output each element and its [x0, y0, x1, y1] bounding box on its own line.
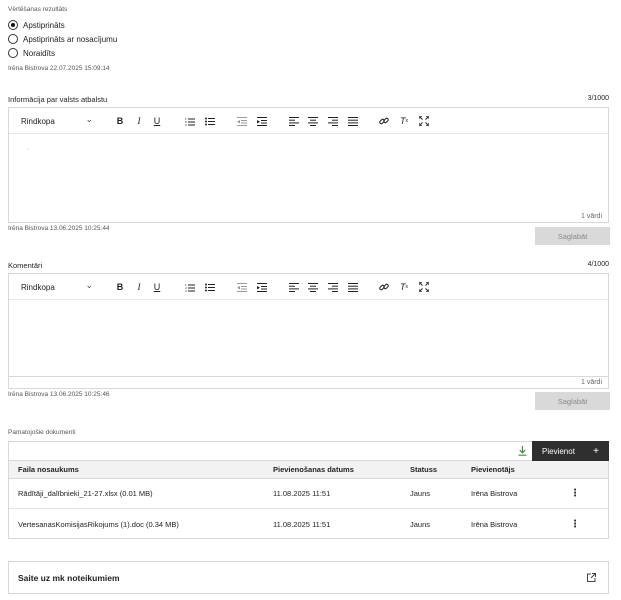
date-cell: 11.08.2025 11:51 — [273, 519, 331, 529]
bullet-list-icon[interactable] — [204, 114, 216, 128]
external-link-icon — [587, 573, 596, 584]
svg-text:3: 3 — [185, 289, 187, 292]
radio-label: Apstiprināts ar nosacījumu — [23, 34, 118, 44]
added-by-cell: Irēna Bistrova — [471, 519, 518, 529]
radio-option-approved[interactable]: Apstiprināts — [8, 18, 65, 32]
table-header: Faila nosaukums Pievienošanas datums Sta… — [9, 461, 608, 479]
add-document-button[interactable]: Pievienot + — [532, 441, 609, 461]
outdent-icon[interactable] — [236, 114, 248, 128]
clear-format-icon[interactable]: Tx — [398, 280, 410, 294]
italic-icon[interactable]: I — [133, 114, 145, 128]
documents-toolbar: Pievienot + — [9, 441, 609, 461]
bullet-list-icon[interactable] — [204, 280, 216, 294]
chevron-down-icon: ⌄ — [85, 114, 93, 124]
outdent-icon[interactable] — [236, 280, 248, 294]
fullscreen-icon[interactable] — [418, 280, 430, 294]
comments-save-button[interactable]: Saglabāt — [535, 392, 610, 410]
editor-toolbar: Rindkopa ⌄ B I U 123 T x — [9, 108, 608, 134]
more-options-icon[interactable]: ⋮ — [570, 479, 580, 508]
svg-text:3: 3 — [185, 123, 187, 126]
chevron-down-icon: ⌄ — [85, 280, 93, 290]
plus-icon: + — [593, 445, 599, 457]
bold-icon[interactable]: B — [114, 114, 126, 128]
info-status-bar: 1 vārdi — [8, 210, 609, 223]
comments-editor-content-area[interactable] — [9, 300, 608, 376]
comments-word-count: 1 vārdi — [580, 379, 602, 386]
radio-button[interactable] — [8, 20, 18, 30]
radio-button[interactable] — [8, 48, 18, 58]
file-name-cell[interactable]: VertesanasKomisijasRikojums (1).doc (0.3… — [18, 509, 179, 539]
align-center-icon[interactable] — [307, 280, 319, 294]
table-row: VertesanasKomisijasRikojums (1).doc (0.3… — [9, 509, 608, 539]
numbered-list-icon[interactable]: 123 — [184, 114, 196, 128]
info-save-button[interactable]: Saglabāt — [535, 227, 610, 245]
comments-editor-meta: Irēna Bistrova 13.06.2025 10:25:46 — [8, 391, 110, 398]
fullscreen-icon[interactable] — [418, 114, 430, 128]
radio-option-rejected[interactable]: Noraidīts — [8, 46, 55, 60]
comments-status-bar: 1 vārdi — [8, 376, 609, 389]
regulations-link[interactable]: Saite uz mk noteikumiem — [8, 561, 609, 594]
radio-option-conditional[interactable]: Apstiprināts ar nosacījumu — [8, 32, 117, 46]
link-icon[interactable] — [378, 114, 390, 128]
file-name-cell[interactable]: Rādītāji_dalībnieki_21-27.xlsx (0.01 MB) — [18, 479, 153, 508]
radio-button[interactable] — [8, 34, 18, 44]
comments-editor: Rindkopa ⌄ B I U 123 T x — [8, 273, 609, 377]
align-right-icon[interactable] — [327, 114, 339, 128]
indent-icon[interactable] — [256, 280, 268, 294]
info-char-count: 3/1000 — [587, 95, 609, 102]
underline-icon[interactable]: U — [151, 280, 163, 294]
column-header-added-by[interactable]: Pievienotājs — [471, 461, 515, 478]
info-editor-content-area[interactable]: · — [9, 134, 608, 222]
indent-icon[interactable] — [256, 114, 268, 128]
align-left-icon[interactable] — [288, 280, 300, 294]
comments-char-count: 4/1000 — [587, 261, 609, 268]
documents-panel: Pievienot + Faila nosaukums Pievienošana… — [8, 441, 609, 539]
italic-icon[interactable]: I — [133, 280, 145, 294]
table-row: Rādītāji_dalībnieki_21-27.xlsx (0.01 MB)… — [9, 479, 608, 509]
column-header-file-name[interactable]: Faila nosaukums — [18, 461, 79, 478]
info-word-count: 1 vārdi — [580, 213, 602, 220]
download-icon[interactable] — [518, 446, 527, 458]
align-justify-icon[interactable] — [347, 280, 359, 294]
clear-format-icon[interactable]: Tx — [398, 114, 410, 128]
editor-toolbar: Rindkopa ⌄ B I U 123 T x — [9, 274, 608, 300]
comments-editor-label: Komentāri — [8, 261, 43, 270]
more-options-icon[interactable]: ⋮ — [570, 509, 580, 539]
bold-icon[interactable]: B — [114, 280, 126, 294]
documents-section-label: Pamatojošie dokumenti — [8, 429, 76, 436]
added-by-cell: Irēna Bistrova — [471, 489, 518, 498]
radio-label: Apstiprināts — [23, 20, 65, 30]
evaluation-meta: Irēna Bistrova 22.07.2025 15:09:14 — [8, 65, 110, 72]
align-left-icon[interactable] — [288, 114, 300, 128]
numbered-list-icon[interactable]: 123 — [184, 280, 196, 294]
align-right-icon[interactable] — [327, 280, 339, 294]
link-icon[interactable] — [378, 280, 390, 294]
evaluation-section-label: Vērtēšanas rezultāts — [8, 6, 68, 13]
align-justify-icon[interactable] — [347, 114, 359, 128]
column-header-date[interactable]: Pievienošanas datums — [273, 461, 354, 478]
radio-selected-dot — [11, 23, 15, 27]
underline-icon[interactable]: U — [151, 114, 163, 128]
paragraph-format-select[interactable]: Rindkopa ⌄ — [19, 113, 95, 129]
info-editor-meta: Irēna Bistrova 13.06.2025 10:25:44 — [8, 225, 110, 232]
editor-content: · — [27, 146, 30, 153]
info-editor-label: Informācija par valsts atbalstu — [8, 95, 108, 104]
column-header-status[interactable]: Statuss — [410, 461, 437, 478]
date-cell: 11.08.2025 11:51 — [273, 489, 331, 498]
radio-label: Noraidīts — [23, 48, 56, 58]
paragraph-format-select[interactable]: Rindkopa ⌄ — [19, 279, 95, 295]
add-button-label: Pievienot — [542, 446, 575, 456]
format-select-value: Rindkopa — [21, 116, 55, 126]
status-cell: Jauns — [410, 489, 431, 498]
status-cell: Jauns — [410, 519, 431, 529]
regulations-link-label: Saite uz mk noteikumiem — [18, 572, 120, 583]
info-editor: Rindkopa ⌄ B I U 123 T x · — [8, 107, 609, 223]
align-center-icon[interactable] — [307, 114, 319, 128]
format-select-value: Rindkopa — [21, 282, 55, 292]
